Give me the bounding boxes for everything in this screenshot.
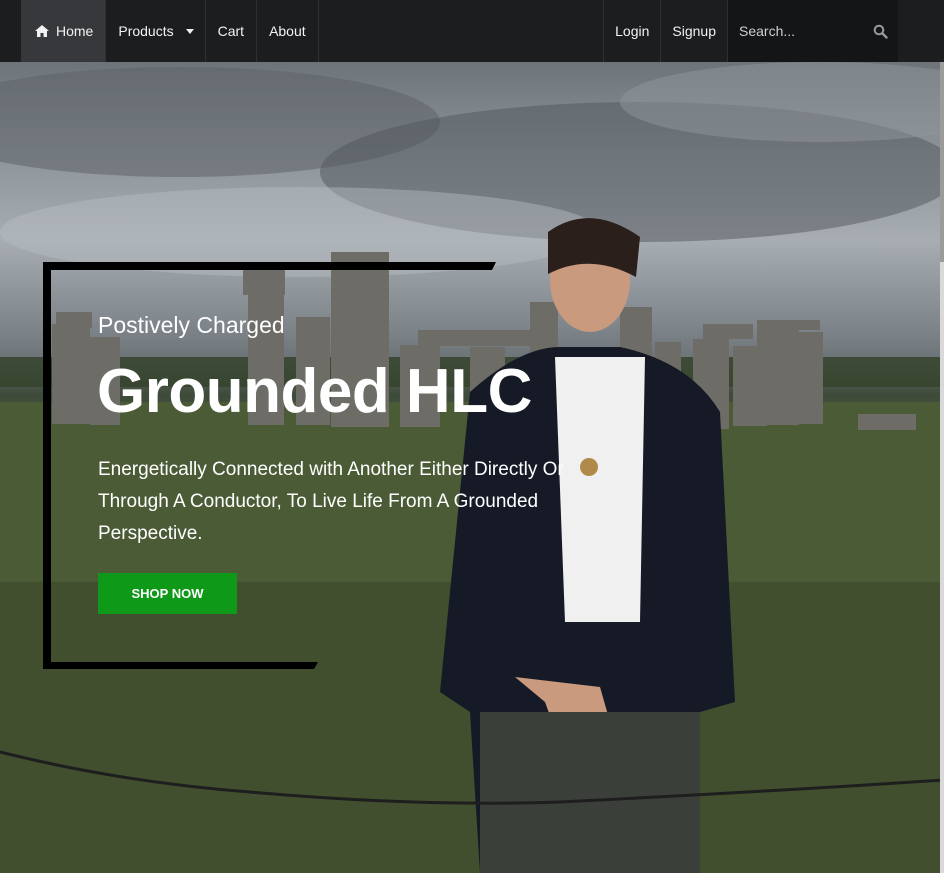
nav-home[interactable]: Home: [21, 0, 106, 62]
nav-left: Home Products Cart About: [21, 0, 319, 62]
nav-about-label: About: [269, 23, 306, 39]
chevron-down-icon: [185, 28, 194, 34]
nav-login-label: Login: [615, 23, 650, 39]
search-input[interactable]: [739, 23, 864, 39]
hero-tagline: Energetically Connected with Another Eit…: [98, 459, 564, 544]
scrollbar-thumb[interactable]: [940, 62, 944, 262]
home-icon: [35, 25, 49, 37]
nav-signup-label: Signup: [672, 23, 716, 39]
nav-login[interactable]: Login: [603, 0, 660, 62]
nav-home-label: Home: [56, 23, 94, 39]
nav-products-label: Products: [118, 23, 174, 39]
nav-products[interactable]: Products: [105, 0, 204, 62]
shop-now-button[interactable]: SHOP NOW: [98, 573, 237, 614]
hero-section: Postively Charged Grounded HLC Energetic…: [0, 62, 944, 873]
nav-cart[interactable]: Cart: [204, 0, 256, 62]
search-box: [727, 0, 898, 62]
page-scrollbar[interactable]: [940, 62, 944, 873]
nav-cart-label: Cart: [217, 23, 245, 39]
hero-subtitle: Postively Charged: [98, 312, 285, 338]
search-icon[interactable]: [873, 24, 888, 39]
nav-right: Login Signup: [603, 0, 898, 62]
nav-signup[interactable]: Signup: [660, 0, 727, 62]
top-navbar: Home Products Cart About Login Signup: [0, 0, 944, 62]
nav-about[interactable]: About: [256, 0, 319, 62]
hero-headline: Grounded HLC: [97, 357, 532, 426]
